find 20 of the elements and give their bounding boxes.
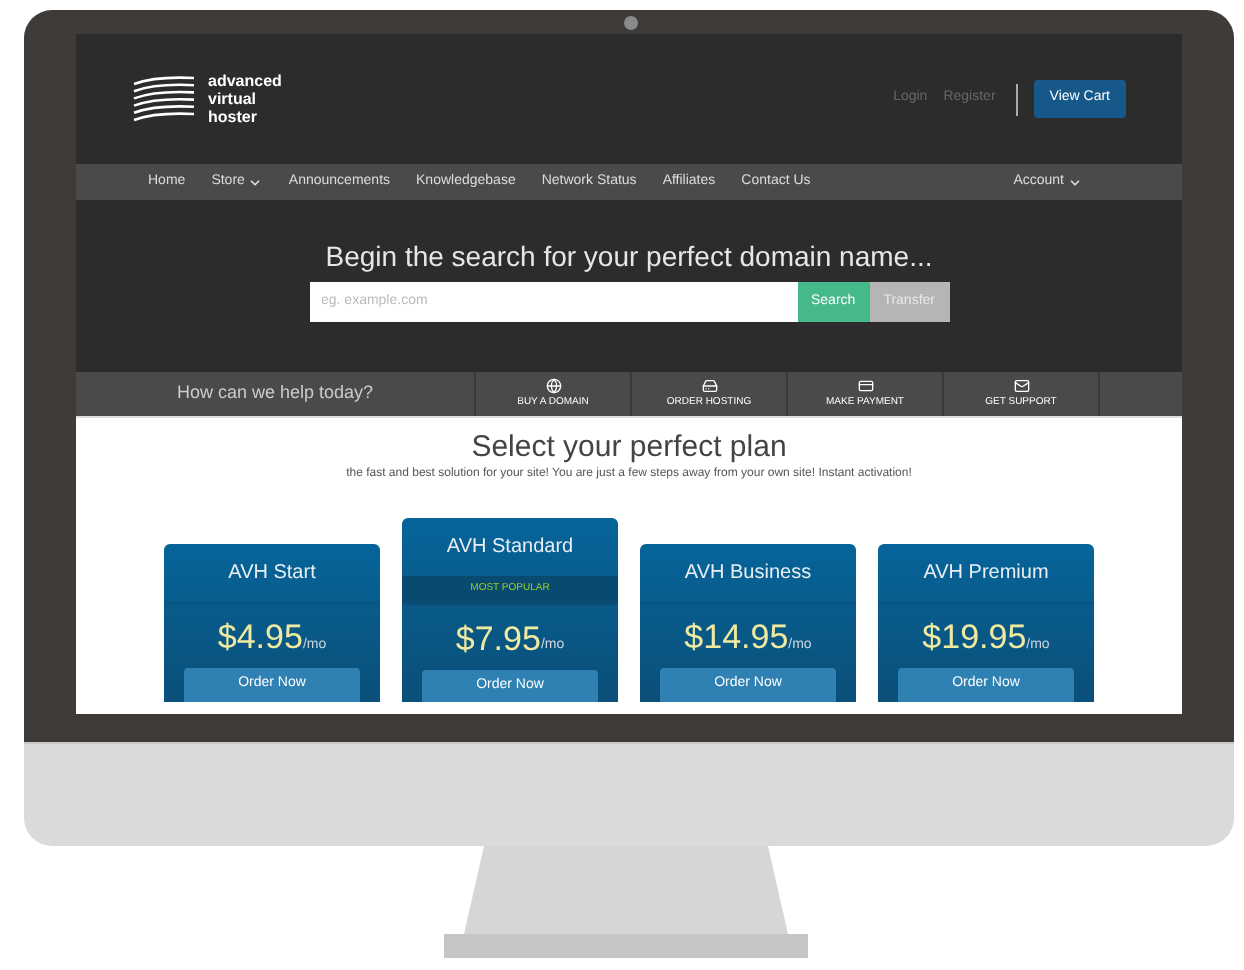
plan-price: $14.95 [684, 620, 789, 656]
hero-title: Begin the search for your perfect domain name... [325, 240, 933, 272]
section-title: Select your perfect plan [471, 430, 787, 464]
plan-name: AVH Business [684, 560, 812, 588]
logo-icon [132, 73, 196, 125]
plan-name: AVH Premium [923, 560, 1049, 588]
plan-price: $4.95 [217, 620, 303, 656]
envelope-icon [1013, 377, 1029, 394]
plan-price: $19.95 [922, 620, 1027, 656]
hard-drive-icon [701, 377, 717, 394]
plan-name: AVH Start [228, 560, 316, 588]
credit-card-icon [857, 377, 873, 394]
help-label: How can we help today? [174, 380, 376, 407]
logo-text: virtual [208, 90, 259, 108]
plan-price: $7.95 [455, 621, 541, 657]
globe-icon [545, 377, 561, 394]
plan-name: AVH Standard [446, 534, 574, 562]
logo-text: hoster [208, 108, 259, 126]
logo-text: advanced [208, 72, 282, 90]
camera-icon [624, 16, 638, 30]
